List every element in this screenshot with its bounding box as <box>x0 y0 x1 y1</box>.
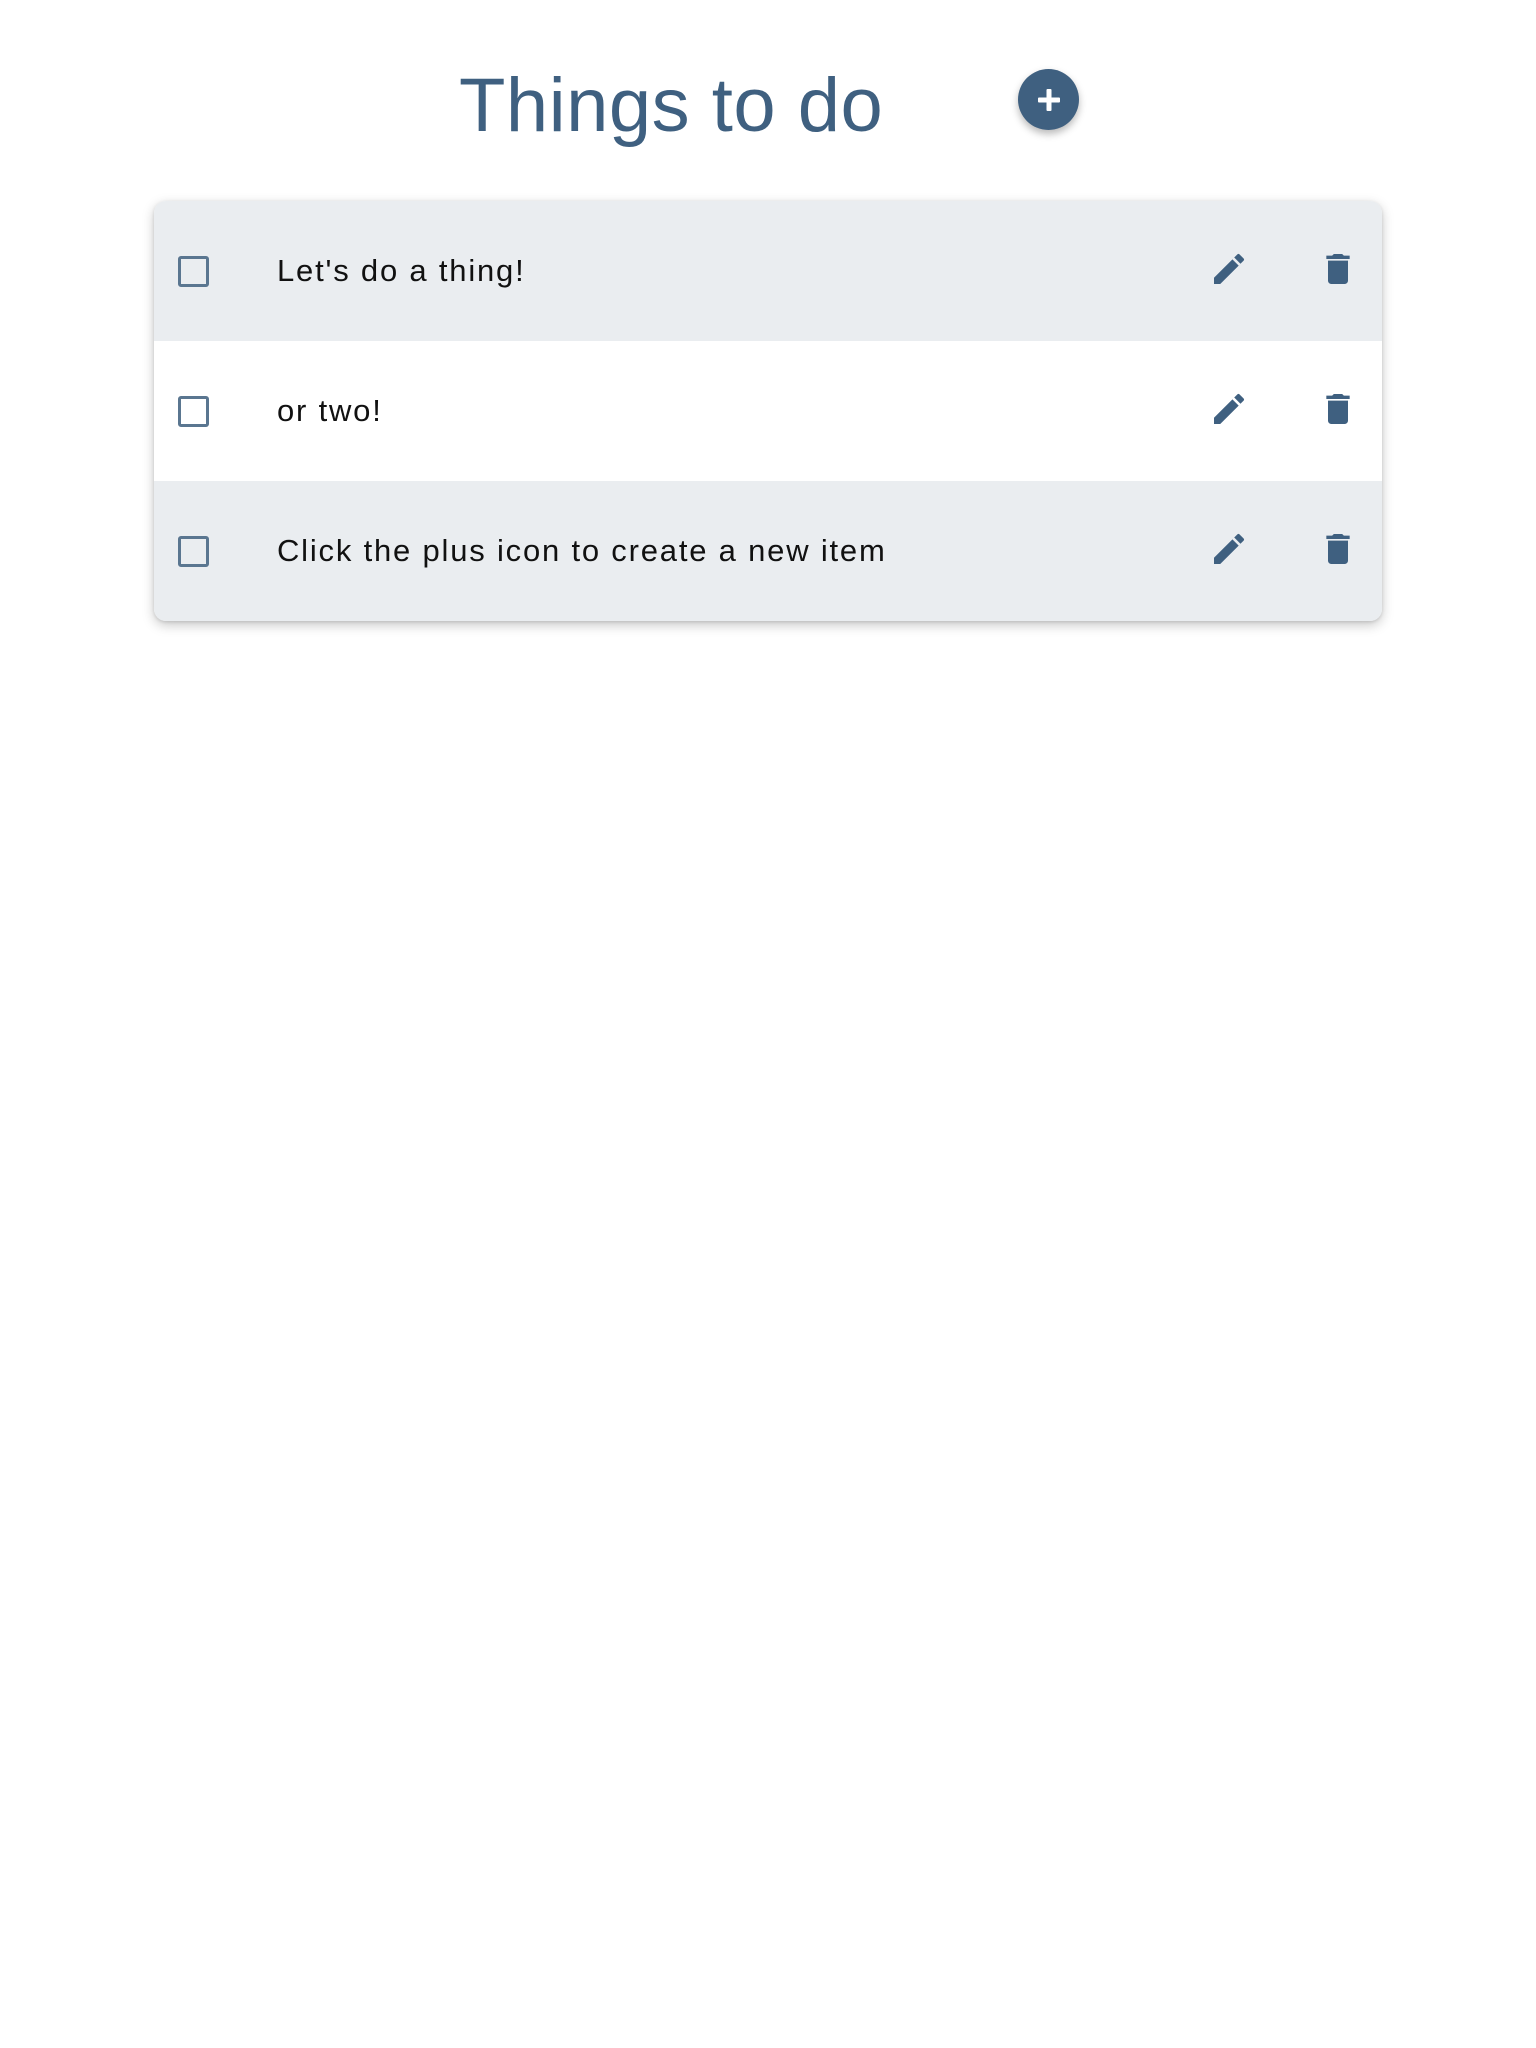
todo-checkbox[interactable] <box>178 256 209 287</box>
delete-button[interactable] <box>1313 525 1363 575</box>
delete-button[interactable] <box>1313 245 1363 295</box>
pencil-icon <box>1209 389 1249 432</box>
todo-item: Let's do a thing! <box>154 201 1382 341</box>
header: Things to do <box>0 56 1536 156</box>
trash-icon <box>1318 389 1358 432</box>
todo-app: Things to do Let's do a thing! or two! C… <box>0 0 1536 2048</box>
plus-icon <box>1035 86 1063 114</box>
todo-item: or two! <box>154 341 1382 481</box>
todo-text: Click the plus icon to create a new item <box>277 533 887 568</box>
edit-button[interactable] <box>1204 245 1254 295</box>
todo-checkbox[interactable] <box>178 396 209 427</box>
edit-button[interactable] <box>1204 525 1254 575</box>
todo-text: Let's do a thing! <box>277 253 526 288</box>
page-title: Things to do <box>459 63 884 148</box>
pencil-icon <box>1209 529 1249 572</box>
add-item-button[interactable] <box>1018 69 1079 130</box>
trash-icon <box>1318 249 1358 292</box>
todo-item: Click the plus icon to create a new item <box>154 481 1382 621</box>
todo-text: or two! <box>277 393 383 428</box>
pencil-icon <box>1209 249 1249 292</box>
delete-button[interactable] <box>1313 385 1363 435</box>
todo-list: Let's do a thing! or two! Click the plus… <box>154 201 1382 621</box>
edit-button[interactable] <box>1204 385 1254 435</box>
trash-icon <box>1318 529 1358 572</box>
todo-checkbox[interactable] <box>178 536 209 567</box>
